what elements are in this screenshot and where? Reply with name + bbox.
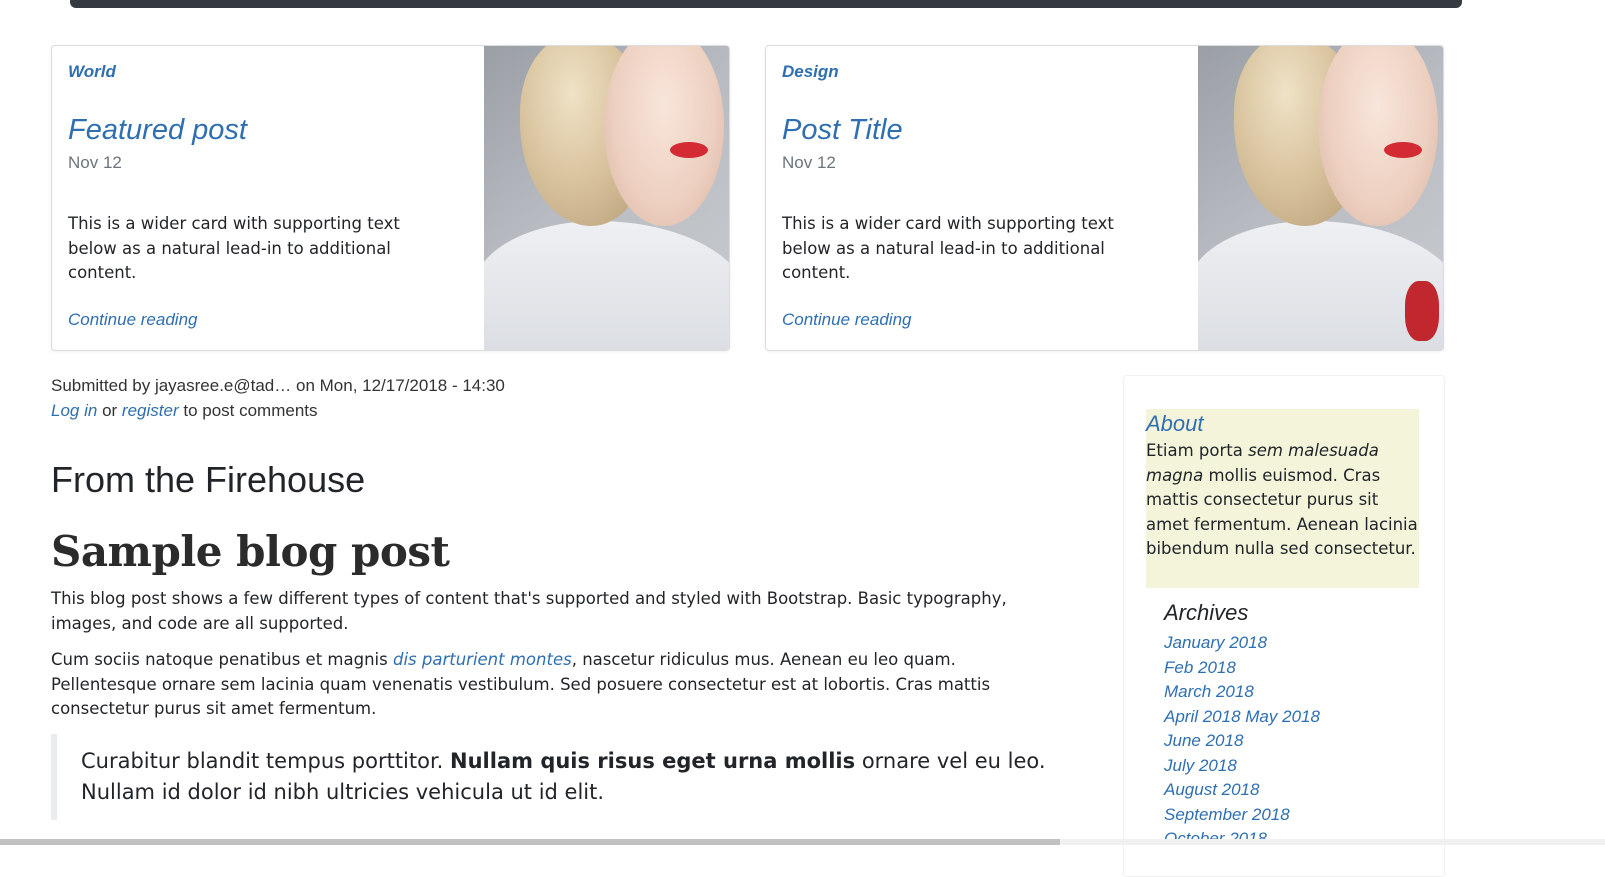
card-title[interactable]: Featured post (68, 114, 247, 147)
card-thumbnail-image (1198, 46, 1443, 350)
register-link[interactable]: register (122, 401, 179, 420)
card-category[interactable]: Design (782, 62, 839, 82)
about-text: Etiam porta sem malesuada magna mollis e… (1146, 439, 1419, 562)
blockquote: Curabitur blandit tempus porttitor. Null… (51, 734, 1071, 820)
login-register-line: Log in or register to post comments (51, 401, 318, 421)
about-box: About Etiam porta sem malesuada magna mo… (1146, 409, 1419, 588)
post-paragraph-1: This blog post shows a few different typ… (51, 589, 1007, 633)
paragraph-text: Cum sociis natoque penatibus et magnis (51, 650, 393, 669)
archive-link[interactable]: March 2018 (1164, 680, 1320, 705)
continue-reading-link[interactable]: Continue reading (782, 310, 911, 330)
archives-title: Archives (1164, 600, 1249, 625)
post-title: Sample blog post (51, 527, 450, 576)
archive-link[interactable]: September 2018 (1164, 803, 1320, 828)
top-navbar (70, 0, 1462, 8)
archive-link[interactable]: Feb 2018 (1164, 656, 1320, 681)
card-category[interactable]: World (68, 62, 116, 82)
card-title[interactable]: Post Title (782, 114, 903, 147)
scrollbar-thumb[interactable] (0, 839, 1060, 845)
card-text: This is a wider card with supporting tex… (68, 214, 400, 282)
archive-link[interactable]: April 2018 May 2018 (1164, 705, 1320, 730)
archive-link[interactable]: January 2018 (1164, 631, 1320, 656)
quote-bold-text: Nullam quis risus eget urna mollis (450, 749, 856, 773)
post-paragraph-2: Cum sociis natoque penatibus et magnis d… (51, 648, 1061, 722)
archive-link[interactable]: July 2018 (1164, 754, 1320, 779)
card-date: Nov 12 (68, 153, 122, 172)
submitted-by-line: Submitted by jayasree.e@tad… on Mon, 12/… (51, 376, 505, 395)
log-in-link[interactable]: Log in (51, 401, 97, 420)
archive-link[interactable]: August 2018 (1164, 778, 1320, 803)
horizontal-scrollbar[interactable] (0, 839, 1605, 845)
continue-reading-link[interactable]: Continue reading (68, 310, 197, 330)
about-title: About (1146, 411, 1204, 436)
or-text: or (102, 401, 118, 420)
archives-section: Archives January 2018 Feb 2018 March 201… (1164, 600, 1320, 852)
card-text: This is a wider card with supporting tex… (782, 214, 1114, 282)
inline-link[interactable]: dis parturient montes (393, 650, 572, 669)
about-text-part: Etiam porta (1146, 441, 1249, 460)
archive-link[interactable]: June 2018 (1164, 729, 1320, 754)
quote-text: Curabitur blandit tempus porttitor. (81, 749, 451, 773)
featured-card-design: Design Post Title Nov 12 This is a wider… (765, 45, 1444, 351)
section-heading: From the Firehouse (51, 459, 366, 500)
card-date: Nov 12 (782, 153, 836, 172)
card-thumbnail-image (484, 46, 729, 350)
to-post-comments-text: to post comments (183, 401, 318, 420)
featured-card-world: World Featured post Nov 12 This is a wid… (51, 45, 730, 351)
